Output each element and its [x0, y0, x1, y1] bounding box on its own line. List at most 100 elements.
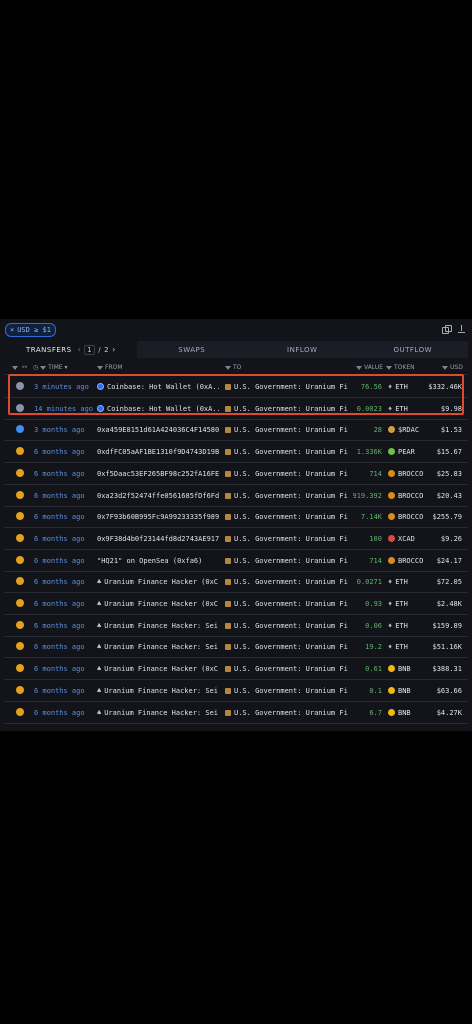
from-cell[interactable]: 0xdfFC05aAF1BE1310f9D4743D19B... [97, 448, 219, 456]
token-symbol: BNB [398, 686, 411, 695]
token-cell[interactable]: PEAR [388, 448, 438, 456]
token-cell[interactable]: ♦ ETH [388, 578, 438, 586]
table-row[interactable]: 6 months ago ♣ Uranium Finance Hacker: Sei… [0, 680, 472, 701]
to-cell[interactable]: U.S. Government: Uranium Fi... [225, 426, 349, 434]
from-cell[interactable]: 0xa23d2f52474ffe0561685fDf6Fd... [97, 492, 219, 500]
from-cell[interactable]: 0xa459E8151d61A424036C4F14580... [97, 426, 219, 434]
from-address: 0xf5Daac53EF265BF98c252fA16FE... [97, 469, 219, 478]
time-cell[interactable]: 6 months ago [34, 557, 85, 565]
time-cell[interactable]: 6 months ago [34, 492, 85, 500]
to-cell[interactable]: U.S. Government: Uranium Fi... [225, 513, 349, 521]
token-cell[interactable]: ♦ ETH [388, 622, 438, 630]
value-cell: 0.93 [365, 600, 382, 608]
token-cell[interactable]: BROCCO [388, 491, 438, 500]
from-cell[interactable]: ♣ Uranium Finance Hacker (0xC... [97, 600, 219, 608]
to-cell[interactable]: U.S. Government: Uranium Fi... [225, 643, 349, 651]
from-cell[interactable]: ♣ Uranium Finance Hacker (0xC... [97, 578, 219, 586]
token-cell[interactable]: XCAD [388, 534, 438, 543]
usd-filter-chip[interactable]: × USD ≥ $1 [5, 323, 56, 337]
value-cell: 919.392 [352, 491, 382, 500]
to-cell[interactable]: U.S. Government: Uranium Fi... [225, 578, 349, 586]
to-column-header[interactable]: TO [225, 364, 241, 371]
token-cell[interactable]: BNB [388, 686, 438, 695]
chevron-left-icon[interactable]: ‹ [78, 345, 82, 354]
from-cell[interactable]: ♣ Uranium Finance Hacker: Sei... [97, 643, 219, 651]
value-cell: 0.61 [365, 665, 382, 674]
usd-column-header[interactable]: USD [442, 364, 463, 371]
time-cell[interactable]: 6 months ago [34, 513, 85, 521]
tab-transfers[interactable]: TRANSFERS ‹ 1 / 2 › [4, 341, 137, 358]
to-address: U.S. Government: Uranium Fi... [234, 513, 349, 522]
from-cell[interactable]: ♣ Uranium Finance Hacker: Sei... [97, 687, 219, 695]
table-row[interactable]: 6 months ago ♣ Uranium Finance Hacker (0xC… [0, 593, 472, 614]
from-cell[interactable]: ♣ Uranium Finance Hacker: Sei... [97, 622, 219, 630]
time-cell[interactable]: 6 months ago [34, 709, 85, 717]
to-cell[interactable]: U.S. Government: Uranium Fi... [225, 557, 349, 565]
from-cell[interactable]: 0xf5Daac53EF265BF98c252fA16FE... [97, 470, 219, 478]
tab-outflow[interactable]: OUTFLOW [357, 341, 468, 358]
token-cell[interactable]: $RDAC [388, 426, 438, 434]
time-cell[interactable]: 6 months ago [34, 535, 85, 543]
link-icon[interactable]: ⚯ [22, 364, 27, 371]
to-cell[interactable]: U.S. Government: Uranium Fi... [225, 600, 349, 608]
value-column-header[interactable]: VALUE [356, 364, 383, 371]
table-row[interactable]: 6 months ago "HQ21" on OpenSea (0xfa6) U.S… [0, 550, 472, 571]
to-cell[interactable]: U.S. Government: Uranium Fi... [225, 492, 349, 500]
to-cell[interactable]: U.S. Government: Uranium Fi... [225, 448, 349, 456]
usd-cell: $63.66 [436, 686, 462, 695]
from-cell[interactable]: "HQ21" on OpenSea (0xfa6) [97, 557, 219, 565]
table-row[interactable]: 6 months ago ♣ Uranium Finance Hacker: Sei… [0, 615, 472, 636]
from-column-header[interactable]: FROM [97, 364, 123, 371]
token-cell[interactable]: ♦ ETH [388, 600, 438, 608]
token-cell[interactable]: BROCCO [388, 556, 438, 565]
tab-swaps[interactable]: SWAPS [136, 341, 247, 358]
eth-icon: ♦ [388, 600, 393, 608]
table-row[interactable]: 6 months ago 0x7F93b60B995Fc9A99233335f98… [0, 506, 472, 527]
tab-inflow[interactable]: INFLOW [247, 341, 358, 358]
table-row[interactable]: 6 months ago ♣ Uranium Finance Hacker: Sei… [0, 702, 472, 723]
token-cell[interactable]: BROCCO [388, 469, 438, 478]
to-cell[interactable]: U.S. Government: Uranium Fi... [225, 622, 349, 630]
table-row[interactable]: 6 months ago 0x9F38d4b0f23144fd8d2743AE91… [0, 528, 472, 549]
table-row[interactable]: 6 months ago ♣ Uranium Finance Hacker: Sei… [0, 636, 472, 657]
token-cell[interactable]: ♦ ETH [388, 643, 438, 651]
copy-icon[interactable] [442, 325, 452, 334]
from-cell[interactable]: ♣ Uranium Finance Hacker: Sei... [97, 709, 219, 717]
page-current[interactable]: 1 [84, 344, 96, 355]
table-row[interactable]: 3 months ago 0xa459E8151d61A424036C4F1458… [0, 419, 472, 440]
to-cell[interactable]: U.S. Government: Uranium Fi... [225, 470, 349, 478]
from-cell[interactable]: 0x9F38d4b0f23144fd8d2743AE917... [97, 535, 219, 543]
type-filter-icon[interactable] [12, 364, 20, 371]
from-cell[interactable]: ♣ Uranium Finance Hacker (0xC... [97, 665, 219, 673]
chevron-right-icon[interactable]: › [112, 345, 116, 354]
token-cell[interactable]: BROCCO [388, 513, 438, 521]
hacker-icon: ♣ [97, 621, 102, 630]
time-column-header[interactable]: ◷ TIME ▾ [33, 364, 67, 371]
time-cell[interactable]: 6 months ago [34, 448, 85, 456]
time-cell[interactable]: 6 months ago [34, 578, 85, 586]
to-cell[interactable]: U.S. Government: Uranium Fi... [225, 687, 349, 695]
time-cell[interactable]: 3 months ago [34, 426, 85, 434]
time-cell[interactable]: 6 months ago [34, 470, 85, 478]
time-cell[interactable]: 6 months ago [34, 665, 85, 673]
table-row[interactable]: 6 months ago 0xa23d2f52474ffe0561685fDf6F… [0, 485, 472, 506]
table-row[interactable]: 6 months ago ♣ Uranium Finance Hacker (0xC… [0, 658, 472, 679]
time-cell[interactable]: 6 months ago [34, 600, 85, 608]
to-cell[interactable]: U.S. Government: Uranium Fi... [225, 535, 349, 543]
to-address: U.S. Government: Uranium Fi... [234, 534, 349, 543]
usd-cell: $255.79 [432, 513, 462, 522]
token-cell[interactable]: BNB [388, 665, 438, 673]
to-cell[interactable]: U.S. Government: Uranium Fi... [225, 709, 349, 717]
table-row[interactable]: 6 months ago 0xf5Daac53EF265BF98c252fA16F… [0, 463, 472, 484]
table-row[interactable]: 6 months ago 0xdfFC05aAF1BE1310f9D4743D19… [0, 441, 472, 462]
close-icon[interactable]: × [10, 326, 14, 334]
token-cell[interactable]: BNB [388, 708, 438, 717]
from-cell[interactable]: 0x7F93b60B995Fc9A99233335f989... [97, 513, 219, 521]
time-cell[interactable]: 6 months ago [34, 643, 85, 651]
time-cell[interactable]: 6 months ago [34, 622, 85, 630]
table-row[interactable]: 6 months ago ♣ Uranium Finance Hacker (0xC… [0, 571, 472, 592]
to-cell[interactable]: U.S. Government: Uranium Fi... [225, 665, 349, 673]
time-cell[interactable]: 6 months ago [34, 687, 85, 695]
token-column-header[interactable]: TOKEN [386, 364, 415, 371]
download-icon[interactable] [457, 325, 466, 334]
